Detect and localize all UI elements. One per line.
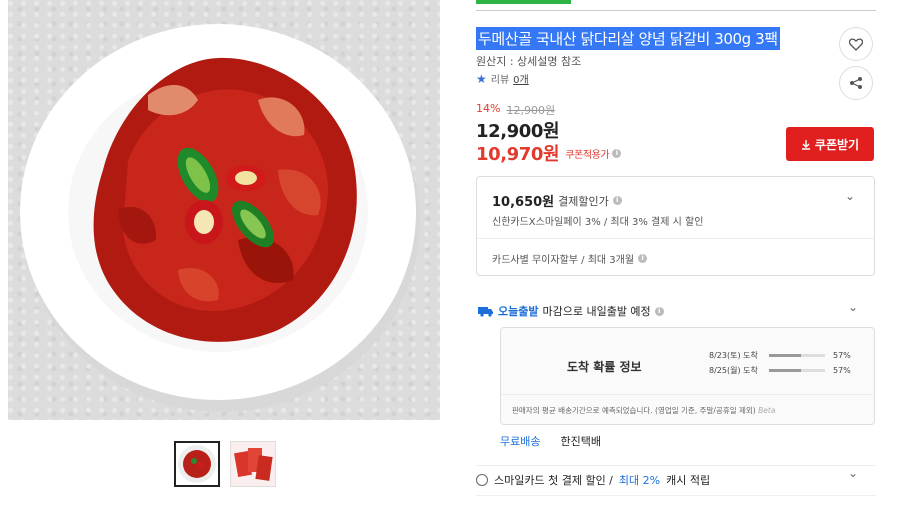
payment-discount-detail: 신한카드X스마일페이 3% / 최대 3% 결제 시 할인	[492, 217, 704, 228]
info-icon: i	[638, 254, 648, 263]
smilecard-suffix: 캐시 적립	[666, 473, 711, 487]
divider	[476, 495, 876, 496]
beta-label: Beta	[758, 406, 776, 415]
arrival-title: 도착 확률 정보	[567, 360, 642, 374]
thumbnail-2[interactable]	[230, 441, 276, 487]
arrival-row: 8/23(토) 도착 57%	[709, 350, 851, 361]
info-icon: i	[612, 196, 622, 205]
arrival-percent: 57%	[833, 366, 851, 375]
review-label: 리뷰	[490, 75, 510, 86]
discount-rate: 14%	[476, 102, 501, 115]
chevron-down-icon[interactable]: ⌄	[848, 300, 858, 314]
payment-discount-header: 10,650원 결제할인가 i	[492, 191, 622, 210]
divider	[477, 238, 874, 239]
product-info-panel: 두메산골 국내산 닭다리살 양념 닭갈비 300g 3팩 원산지 : 상세설명 …	[476, 0, 876, 505]
payment-discount-box[interactable]: 10,650원 결제할인가 i ⌄ 신한카드X스마일페이 3% / 최대 3% …	[476, 176, 875, 276]
heart-icon	[849, 37, 863, 51]
arrival-row: 8/25(월) 도착 57%	[709, 365, 851, 376]
package-thumb-image	[231, 442, 275, 486]
shipping-header: 오늘출발 마감으로 내일출발 예정 i	[478, 303, 664, 319]
review-count: 0개	[513, 75, 529, 86]
tab-indicator	[476, 0, 571, 4]
product-title: 두메산골 국내산 닭다리살 양념 닭갈비 300g 3팩	[476, 27, 780, 50]
today-shipping-label: 오늘출발	[498, 305, 539, 318]
share-icon	[850, 77, 862, 89]
coupon-price-row: 10,970원 쿠폰적용가 i	[476, 140, 622, 166]
arrival-date: 8/23(토) 도착	[709, 351, 758, 360]
review-summary[interactable]: ★ 리뷰 0개	[476, 71, 529, 87]
arrival-bar	[769, 354, 825, 357]
smilecard-accent: 최대 2%	[618, 473, 661, 487]
dakgalbi-photo	[20, 24, 420, 412]
get-coupon-button[interactable]: 쿠폰받기	[786, 127, 874, 161]
origin-info: 원산지 : 상세설명 참조	[476, 55, 582, 68]
dakgalbi-thumb-image	[178, 445, 216, 483]
payment-discount-label: 결제할인가	[558, 194, 609, 208]
thumbnail-strip	[174, 441, 276, 487]
smilecard-icon	[476, 473, 488, 486]
discount-row: 14% 12,900원	[476, 102, 555, 118]
info-icon: i	[654, 306, 664, 316]
divider	[476, 10, 876, 11]
wishlist-button[interactable]	[839, 27, 873, 61]
shipping-method: 무료배송 한진택배	[500, 433, 601, 449]
free-shipping-link[interactable]: 무료배송	[500, 433, 540, 449]
get-coupon-label: 쿠폰받기	[814, 137, 860, 152]
download-icon	[801, 139, 810, 150]
share-button[interactable]	[839, 66, 873, 100]
smilecard-benefit-row[interactable]: 스마일카드 첫 결제 할인 / 최대 2% 캐시 적립	[476, 465, 876, 491]
smilecard-text: 스마일카드 첫 결제 할인 /	[494, 473, 613, 487]
info-icon: i	[612, 148, 622, 158]
coupon-price: 10,970원	[476, 144, 560, 165]
star-icon: ★	[476, 71, 487, 86]
arrival-note: 판매자의 평균 배송기간으로 예측되었습니다. (영업일 기준, 주말/공휴일 …	[501, 394, 874, 416]
thumbnail-1[interactable]	[174, 441, 220, 487]
chevron-down-icon[interactable]: ⌄	[848, 466, 858, 480]
arrival-bar	[769, 369, 825, 372]
original-price: 12,900원	[506, 104, 556, 117]
payment-discount-amount: 10,650원	[492, 195, 555, 210]
arrival-percent: 57%	[833, 351, 851, 360]
coupon-note-label: 쿠폰적용가	[565, 149, 610, 161]
carrier-name: 한진택배	[560, 435, 601, 448]
installment-info: 카드사별 무이자할부 / 최대 3개월 i	[492, 251, 648, 266]
installment-text: 카드사별 무이자할부 / 최대 3개월	[492, 255, 635, 266]
arrival-date: 8/25(월) 도착	[709, 366, 758, 375]
arrival-probability-box: 도착 확률 정보 8/23(토) 도착 57% 8/25(월) 도착 57% 판…	[500, 327, 875, 425]
truck-icon	[478, 307, 493, 317]
product-main-image	[8, 0, 440, 420]
chevron-down-icon[interactable]: ⌄	[845, 189, 855, 203]
shipping-deadline: 마감으로 내일출발 예정	[542, 305, 651, 318]
arrival-note-text: 판매자의 평균 배송기간으로 예측되었습니다. (영업일 기준, 주말/공휴일 …	[512, 406, 756, 415]
coupon-note[interactable]: 쿠폰적용가 i	[565, 146, 622, 161]
